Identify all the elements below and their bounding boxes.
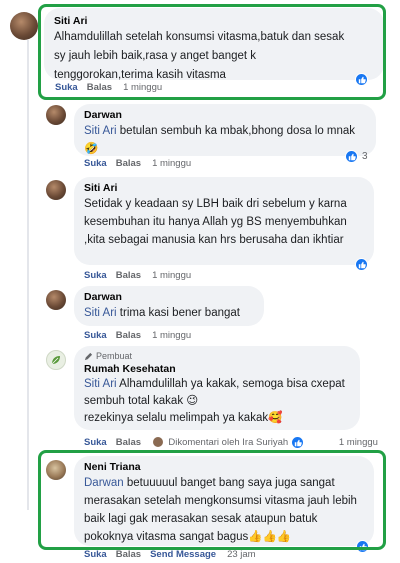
comment-actions: Suka Balas 1 minggu — [84, 330, 191, 341]
avatar[interactable] — [46, 290, 66, 310]
comment-actions: Suka Balas 1 minggu — [84, 270, 191, 281]
page-avatar[interactable] — [46, 350, 66, 370]
avatar — [152, 437, 163, 448]
like-icon[interactable] — [345, 150, 358, 163]
comment-author[interactable]: Darwan — [84, 290, 254, 304]
comment-text: Siti Ari betulan sembuh ka mbak,bhong do… — [84, 125, 356, 155]
comment-bubble: Pembuat Rumah Kesehatan Siti Ari Alhamdu… — [74, 346, 360, 430]
comment-author[interactable]: Siti Ari — [84, 181, 364, 195]
thread-connector — [27, 40, 29, 510]
highlight-box — [38, 450, 386, 550]
like-button[interactable]: Suka — [84, 549, 107, 560]
like-button[interactable]: Suka — [84, 270, 107, 281]
comment-bubble: Darwan Siti Ari trima kasi bener bangat — [74, 286, 264, 326]
reply-button[interactable]: Balas — [116, 330, 141, 341]
reply-button[interactable]: Balas — [116, 270, 141, 281]
timestamp[interactable]: 1 minggu — [152, 330, 191, 341]
commented-by[interactable]: Dikomentari oleh Ira Suriyah — [168, 437, 288, 448]
like-button[interactable]: Suka — [84, 158, 107, 169]
comment-text: Siti Ari trima kasi bener bangat — [84, 307, 240, 319]
timestamp[interactable]: 1 minggu — [339, 437, 378, 448]
timestamp[interactable]: 1 minggu — [152, 270, 191, 281]
mention-link[interactable]: Siti Ari — [84, 307, 117, 319]
leaf-icon — [51, 356, 60, 365]
comment-bubble: Darwan Siti Ari betulan sembuh ka mbak,b… — [74, 104, 376, 156]
mention-link[interactable]: Siti Ari — [84, 125, 117, 137]
reply-button[interactable]: Balas — [116, 549, 141, 560]
author-badge: Pembuat — [84, 350, 350, 362]
mention-link[interactable]: Siti Ari — [84, 378, 117, 390]
like-button[interactable]: Suka — [84, 330, 107, 341]
timestamp[interactable]: 1 minggu — [152, 158, 191, 169]
comment-text: Setidak y keadaan sy LBH baik dri sebelu… — [84, 198, 347, 246]
comment-actions: Suka Balas 1 minggu — [84, 158, 191, 169]
reaction-count[interactable]: 3 — [362, 151, 368, 162]
pencil-icon — [84, 352, 93, 360]
comment-author[interactable]: Rumah Kesehatan — [84, 362, 350, 376]
comment-actions: Suka Balas Dikomentari oleh Ira Suriyah 1… — [84, 437, 378, 448]
reply-button[interactable]: Balas — [116, 158, 141, 169]
like-icon[interactable] — [355, 258, 368, 271]
avatar[interactable] — [46, 180, 66, 200]
comment-actions: Suka Balas Send Message 23 jam — [84, 549, 256, 560]
comment-bubble: Siti Ari Setidak y keadaan sy LBH baik d… — [74, 177, 374, 265]
timestamp[interactable]: 23 jam — [227, 549, 256, 560]
highlight-box — [38, 4, 386, 100]
comment-text: Siti Ari Alhamdulillah ya kakak, semoga … — [84, 378, 345, 407]
avatar[interactable] — [46, 105, 66, 125]
avatar[interactable] — [10, 12, 38, 40]
comment-author[interactable]: Darwan — [84, 108, 366, 122]
send-message-button[interactable]: Send Message — [150, 549, 216, 560]
like-button[interactable]: Suka — [84, 437, 107, 448]
comment-text-line2: rezekinya selalu melimpah ya kakak🥰 — [84, 412, 283, 424]
reply-button[interactable]: Balas — [116, 437, 141, 448]
